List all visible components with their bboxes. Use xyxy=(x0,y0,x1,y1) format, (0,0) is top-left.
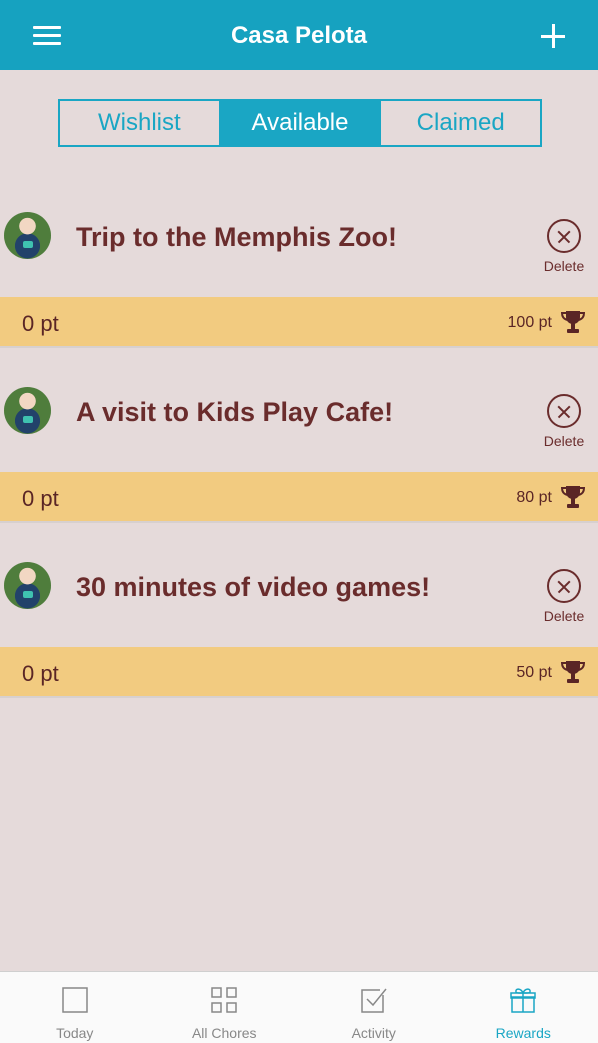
reward-name: 30 minutes of video games! xyxy=(76,572,431,602)
tab-wishlist[interactable]: Wishlist xyxy=(60,101,219,145)
delete-label: Delete xyxy=(543,608,585,624)
square-icon xyxy=(62,987,88,1013)
delete-button[interactable]: Delete xyxy=(540,569,588,624)
nav-rewards-label: Rewards xyxy=(495,1025,551,1041)
points-bar: 0 pt 80 pt xyxy=(0,472,598,523)
tab-available[interactable]: Available xyxy=(218,101,380,145)
close-circle-icon xyxy=(547,219,581,253)
close-circle-icon xyxy=(547,394,581,428)
delete-button[interactable]: Delete xyxy=(540,394,588,449)
trophy-icon xyxy=(560,661,586,683)
delete-label: Delete xyxy=(543,433,585,449)
nav-rewards[interactable]: Rewards xyxy=(449,972,598,1043)
earned-points: 0 pt xyxy=(22,486,59,511)
reward-card[interactable]: A visit to Kids Play Cafe! Delete 0 pt 8… xyxy=(0,351,598,526)
nav-all-chores[interactable]: All Chores xyxy=(150,972,300,1043)
reward-tabs: Wishlist Available Claimed xyxy=(58,99,542,147)
points-bar: 0 pt 100 pt xyxy=(0,297,598,348)
reward-cost: 80 pt xyxy=(516,489,552,506)
reward-name: Trip to the Memphis Zoo! xyxy=(76,222,397,252)
avatar xyxy=(4,212,51,259)
nav-all-chores-label: All Chores xyxy=(191,1025,257,1041)
reward-card[interactable]: Trip to the Memphis Zoo! Delete 0 pt 100… xyxy=(0,176,598,351)
nav-today[interactable]: Today xyxy=(0,972,150,1043)
tab-claimed[interactable]: Claimed xyxy=(379,101,540,145)
nav-today-label: Today xyxy=(56,1025,94,1041)
reward-cost: 50 pt xyxy=(516,664,552,681)
gift-icon xyxy=(510,988,536,1013)
delete-button[interactable]: Delete xyxy=(540,219,588,274)
checkbox-icon xyxy=(361,988,387,1013)
trophy-icon xyxy=(560,311,586,333)
delete-label: Delete xyxy=(543,258,585,274)
page-title: Casa Pelota xyxy=(230,22,368,49)
reward-cost: 100 pt xyxy=(507,314,552,331)
nav-activity[interactable]: Activity xyxy=(299,972,449,1043)
reward-card[interactable]: 30 minutes of video games! Delete 0 pt 5… xyxy=(0,526,598,701)
avatar xyxy=(4,387,51,434)
earned-points: 0 pt xyxy=(22,661,59,686)
grid-icon xyxy=(211,987,237,1013)
plus-icon[interactable] xyxy=(541,24,565,48)
close-circle-icon xyxy=(547,569,581,603)
bottom-nav: Today All Chores Activity Rewards xyxy=(0,971,598,1043)
points-bar: 0 pt 50 pt xyxy=(0,647,598,698)
nav-activity-label: Activity xyxy=(351,1025,396,1041)
earned-points: 0 pt xyxy=(22,311,59,336)
avatar xyxy=(4,562,51,609)
reward-name: A visit to Kids Play Cafe! xyxy=(76,397,394,427)
app-header: Casa Pelota xyxy=(0,0,598,70)
trophy-icon xyxy=(560,486,586,508)
